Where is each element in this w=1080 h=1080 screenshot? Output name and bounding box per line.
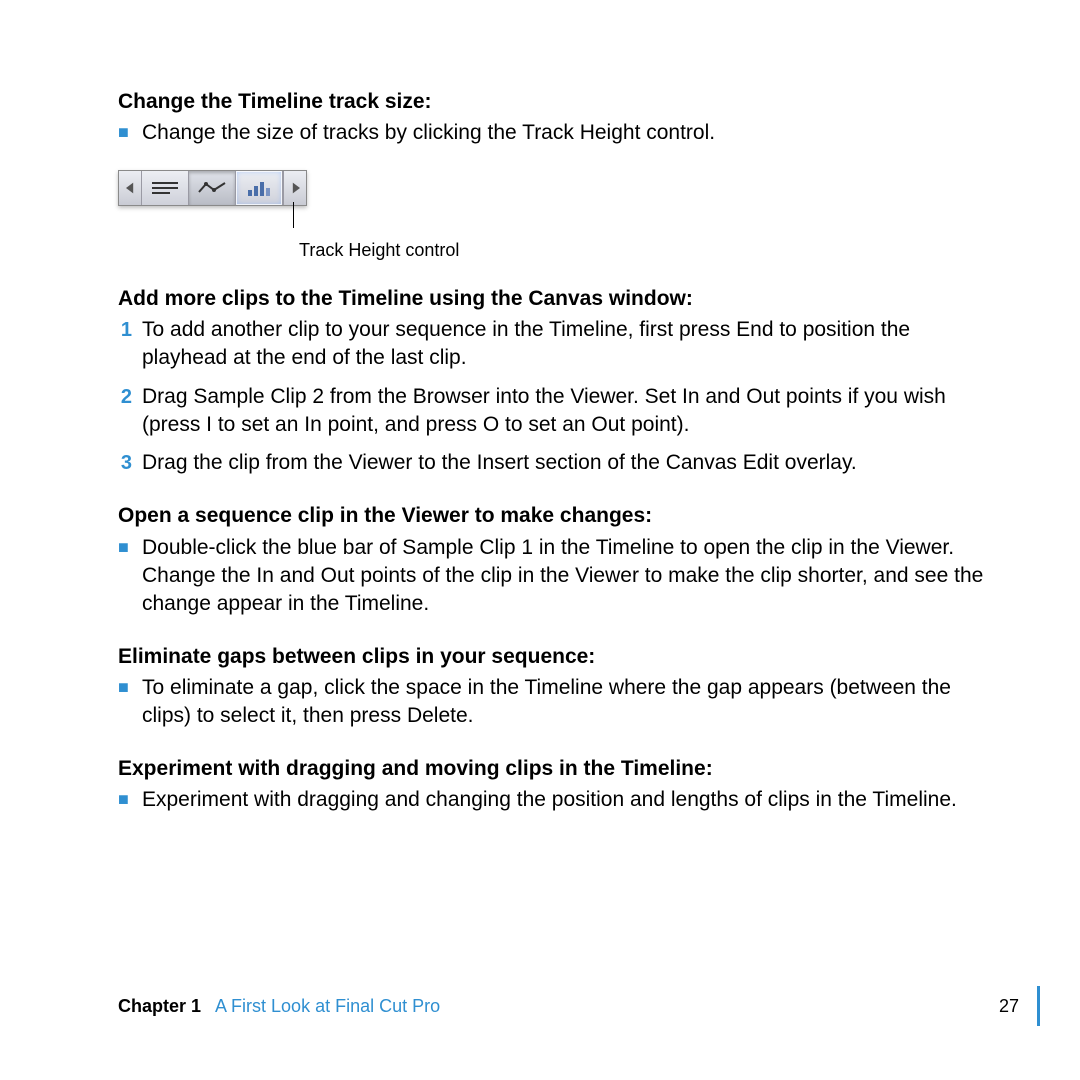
bullet-text: Change the size of tracks by clicking th… — [142, 119, 715, 147]
step-row: 1 To add another clip to your sequence i… — [118, 316, 990, 373]
arrow-right-icon — [291, 182, 300, 194]
page-footer: Chapter 1 A First Look at Final Cut Pro … — [118, 986, 1040, 1026]
section-add-clips: Add more clips to the Timeline using the… — [118, 285, 990, 479]
step-number: 3 — [118, 449, 132, 478]
section-open-sequence: Open a sequence clip in the Viewer to ma… — [118, 502, 990, 618]
step-row: 3 Drag the clip from the Viewer to the I… — [118, 449, 990, 478]
step-number: 1 — [118, 316, 132, 373]
bullet-row: ■ To eliminate a gap, click the space in… — [118, 674, 990, 731]
bullet-row: ■ Experiment with dragging and changing … — [118, 786, 990, 814]
heading-add-clips: Add more clips to the Timeline using the… — [118, 285, 990, 312]
heading-eliminate-gaps: Eliminate gaps between clips in your seq… — [118, 643, 990, 670]
toolbar-scroll-right[interactable] — [283, 171, 306, 205]
callout-label: Track Height control — [299, 240, 990, 261]
step-text: To add another clip to your sequence in … — [142, 316, 990, 373]
step-number: 2 — [118, 383, 132, 440]
callout-line — [293, 208, 990, 242]
heading-change-track-size: Change the Timeline track size: — [118, 88, 990, 115]
lines-icon — [152, 182, 178, 194]
page-content: Change the Timeline track size: ■ Change… — [0, 0, 1080, 814]
bullet-icon: ■ — [118, 786, 132, 814]
heading-open-sequence: Open a sequence clip in the Viewer to ma… — [118, 502, 990, 529]
toolbar-scroll-left[interactable] — [119, 171, 142, 205]
toolbar-figure: Track Height control — [118, 170, 990, 261]
bullet-icon: ■ — [118, 534, 132, 619]
page-edge-rule — [1037, 986, 1040, 1026]
track-height-control[interactable] — [236, 171, 283, 205]
bullet-text: Double-click the blue bar of Sample Clip… — [142, 534, 990, 619]
bullet-icon: ■ — [118, 119, 132, 147]
timeline-toolbar — [118, 170, 307, 206]
bullet-row: ■ Change the size of tracks by clicking … — [118, 119, 990, 147]
bullet-text: Experiment with dragging and changing th… — [142, 786, 957, 814]
chapter-label: Chapter 1 — [118, 996, 201, 1017]
bullet-row: ■ Double-click the blue bar of Sample Cl… — [118, 534, 990, 619]
bullet-icon: ■ — [118, 674, 132, 731]
callout-tick — [293, 202, 294, 228]
arrow-left-icon — [126, 182, 135, 194]
toolbar-lines-button[interactable] — [142, 171, 189, 205]
keyframe-icon — [198, 181, 226, 195]
bullet-text: To eliminate a gap, click the space in t… — [142, 674, 990, 731]
step-row: 2 Drag Sample Clip 2 from the Browser in… — [118, 383, 990, 440]
step-text: Drag Sample Clip 2 from the Browser into… — [142, 383, 990, 440]
heading-experiment: Experiment with dragging and moving clip… — [118, 755, 990, 782]
track-height-icon — [248, 180, 270, 196]
section-experiment: Experiment with dragging and moving clip… — [118, 755, 990, 815]
chapter-title: A First Look at Final Cut Pro — [215, 996, 440, 1017]
toolbar-keyframe-button[interactable] — [189, 171, 236, 205]
footer-right: 27 — [999, 986, 1040, 1026]
step-text: Drag the clip from the Viewer to the Ins… — [142, 449, 857, 478]
footer-left: Chapter 1 A First Look at Final Cut Pro — [118, 996, 440, 1017]
page-number: 27 — [999, 996, 1019, 1017]
section-eliminate-gaps: Eliminate gaps between clips in your seq… — [118, 643, 990, 731]
